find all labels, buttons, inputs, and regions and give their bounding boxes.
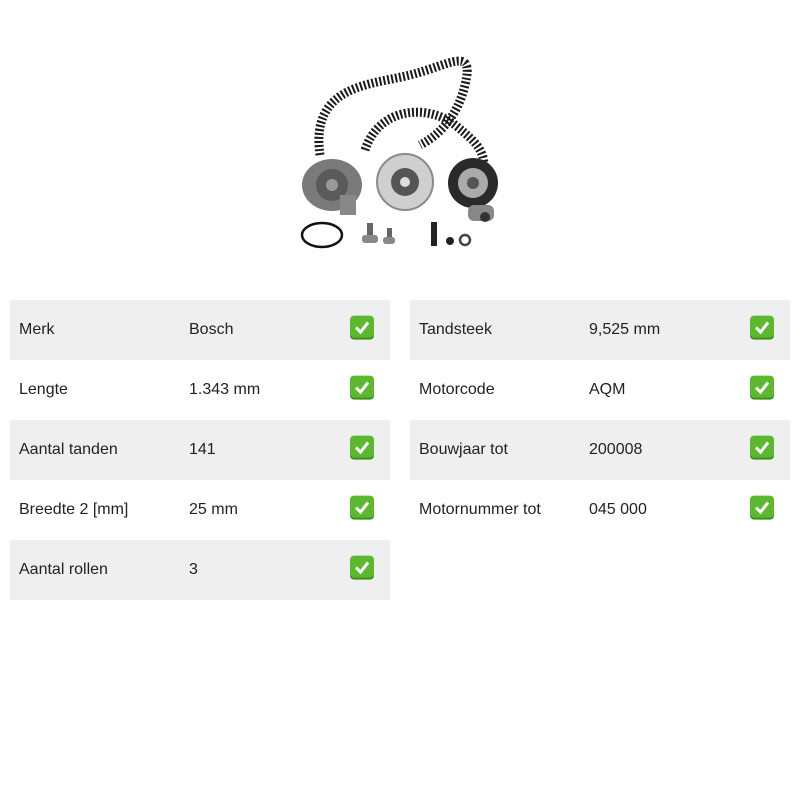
spec-table-left: Merk Bosch Lengte 1.343 mm Aantal tanden… (10, 300, 390, 600)
spec-label: Breedte 2 [mm] (19, 501, 129, 518)
spec-value: 3 (189, 561, 198, 578)
spec-value: 045 000 (589, 501, 647, 518)
spec-label: Tandsteek (419, 321, 492, 338)
spec-row: Bouwjaar tot 200008 (410, 420, 790, 480)
spec-label: Merk (19, 321, 55, 338)
spec-row: Breedte 2 [mm] 25 mm (10, 480, 390, 540)
spec-value: 200008 (589, 441, 643, 458)
spec-row: Aantal tanden 141 (10, 420, 390, 480)
spec-value: 25 mm (189, 501, 238, 518)
checkmark-icon (350, 375, 374, 400)
spec-row: Motornummer tot 045 000 (410, 480, 790, 540)
spec-row: Tandsteek 9,525 mm (410, 300, 790, 360)
spec-label: Bouwjaar tot (419, 441, 508, 458)
checkmark-icon (350, 495, 374, 520)
timing-belt-kit-icon (300, 56, 498, 249)
spec-value: 1.343 mm (189, 381, 261, 398)
spec-value: AQM (589, 381, 626, 398)
checkmark-icon (750, 435, 774, 460)
spec-value: Bosch (189, 321, 234, 338)
spec-row: Motorcode AQM (410, 360, 790, 420)
spec-row: Aantal rollen 3 (10, 540, 390, 600)
checkmark-icon (350, 435, 374, 460)
spec-value: 9,525 mm (589, 321, 661, 338)
spec-row: Merk Bosch (10, 300, 390, 360)
checkmark-icon (750, 495, 774, 520)
spec-table-right: Tandsteek 9,525 mm Motorcode AQM Bouwjaa… (410, 300, 790, 540)
spec-label: Aantal rollen (19, 561, 108, 578)
checkmark-icon (750, 375, 774, 400)
product-image (290, 45, 510, 260)
spec-label: Motornummer tot (419, 501, 541, 518)
checkmark-icon (350, 315, 374, 340)
spec-row: Lengte 1.343 mm (10, 360, 390, 420)
checkmark-icon (350, 555, 374, 580)
spec-value: 141 (189, 441, 216, 458)
spec-label: Lengte (19, 381, 68, 398)
spec-label: Aantal tanden (19, 441, 118, 458)
spec-label: Motorcode (419, 381, 495, 398)
checkmark-icon (750, 315, 774, 340)
